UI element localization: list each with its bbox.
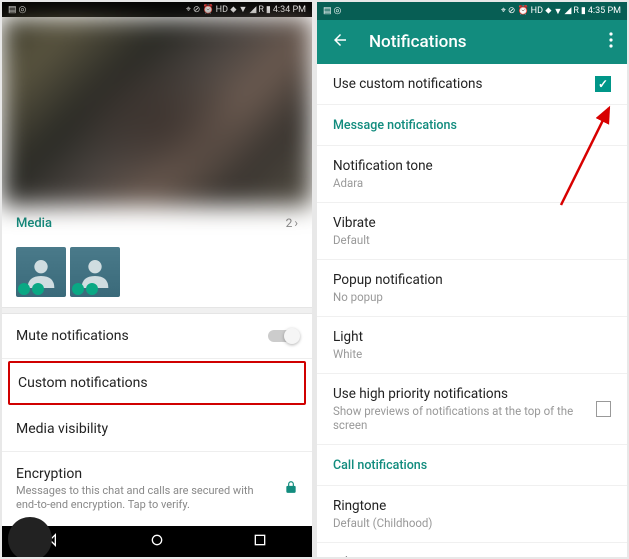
row-sub: Adara — [333, 176, 611, 190]
gallery-icon: ▤ — [8, 5, 17, 15]
row-label: Media visibility — [16, 421, 108, 437]
status-time: 4:34 PM — [273, 5, 306, 15]
roaming-indicator: R — [573, 6, 579, 16]
media-thumb[interactable] — [16, 247, 66, 297]
roaming-indicator: R — [258, 5, 264, 15]
row-label: Light — [333, 329, 611, 345]
battery-icon: ▮ — [581, 6, 586, 16]
dnd-icon: ⊘ — [193, 5, 201, 15]
dnd-icon: ⊘ — [508, 6, 516, 16]
vibrate-row[interactable]: Vibrate Default — [317, 203, 627, 260]
row-sub: Default — [333, 233, 611, 247]
use-custom-row[interactable]: Use custom notifications — [317, 64, 627, 105]
video-icon — [86, 283, 98, 295]
row-sub: Show previews of notifications at the to… — [333, 404, 596, 432]
wifi-icon: ▼ — [554, 6, 563, 17]
row-label: Popup notification — [333, 272, 611, 288]
app-bar: Notifications — [317, 20, 627, 64]
status-time: 4:35 PM — [588, 6, 621, 16]
media-visibility-row[interactable]: Media visibility — [2, 407, 312, 452]
row-label: Notification tone — [333, 158, 611, 174]
appbar-title: Notifications — [369, 32, 589, 52]
bluetooth-icon: ⌖ — [186, 5, 191, 15]
high-priority-row[interactable]: Use high priority notifications Show pre… — [317, 374, 627, 445]
row-sub: White — [333, 347, 611, 361]
signal-icon: ◢ — [564, 6, 571, 16]
status-bar: ▤ ◎ ⌖ ⊘ ⏰ HD ⬥ ▼ ◢ R ▮ 4:34 PM — [2, 2, 312, 17]
nav-home[interactable] — [149, 532, 165, 552]
row-sub: No popup — [333, 290, 611, 304]
row-label: Ringtone — [333, 498, 611, 514]
call-vibrate-row[interactable]: Vibrate Default — [317, 543, 627, 557]
phone-right: ▤ ◎ ⌖ ⊘ ⏰ HD ⬥ ▼ ◢ R ▮ 4:35 PM Notificat… — [317, 2, 627, 557]
lock-icon — [284, 480, 298, 498]
media-section-header[interactable]: Media 2› — [2, 206, 312, 241]
row-sub: Messages to this chat and calls are secu… — [16, 484, 266, 513]
high-priority-checkbox[interactable] — [596, 401, 611, 417]
row-label: Encryption — [16, 466, 266, 482]
video-icon — [32, 283, 44, 295]
gallery-icon: ▤ — [323, 6, 332, 16]
mute-notifications-row[interactable]: Mute notifications — [2, 314, 312, 359]
nav-recent[interactable] — [252, 532, 268, 552]
hd-indicator: HD ⬥ — [216, 5, 237, 15]
ringtone-row[interactable]: Ringtone Default (Childhood) — [317, 486, 627, 543]
media-thumbnails — [2, 241, 312, 307]
call-icon — [18, 283, 30, 295]
phone-left: ▤ ◎ ⌖ ⊘ ⏰ HD ⬥ ▼ ◢ R ▮ 4:34 PM Media 2› … — [2, 2, 312, 557]
contact-photo[interactable] — [2, 17, 312, 205]
nav-bar — [2, 526, 312, 557]
row-label: Vibrate — [333, 215, 611, 231]
media-label: Media — [16, 216, 52, 231]
use-custom-checkbox[interactable] — [595, 76, 611, 92]
notification-tone-row[interactable]: Notification tone Adara — [317, 146, 627, 203]
media-count: 2› — [286, 216, 298, 230]
battery-icon: ▮ — [266, 5, 271, 15]
mute-toggle[interactable] — [268, 330, 298, 342]
section-divider — [2, 307, 312, 314]
chevron-right-icon: › — [294, 216, 298, 230]
nav-assist-circle[interactable] — [8, 517, 52, 557]
row-label: Custom notifications — [18, 375, 148, 391]
watch-icon: ◎ — [334, 6, 342, 16]
overflow-icon[interactable] — [609, 32, 613, 52]
alarm-icon: ⏰ — [517, 6, 528, 16]
row-label: Use high priority notifications — [333, 386, 596, 402]
watch-icon: ◎ — [19, 5, 27, 15]
hd-indicator: HD ⬥ — [531, 6, 552, 16]
row-label: Use custom notifications — [333, 76, 482, 92]
custom-notifications-row[interactable]: Custom notifications — [8, 361, 306, 405]
row-label: Mute notifications — [16, 328, 129, 344]
encryption-row[interactable]: Encryption Messages to this chat and cal… — [2, 452, 312, 527]
row-sub: Default (Childhood) — [333, 516, 611, 530]
wifi-icon: ▼ — [239, 4, 248, 15]
back-icon[interactable] — [331, 31, 349, 53]
signal-icon: ◢ — [249, 5, 256, 15]
media-thumb[interactable] — [70, 247, 120, 297]
call-icon — [72, 283, 84, 295]
status-bar: ▤ ◎ ⌖ ⊘ ⏰ HD ⬥ ▼ ◢ R ▮ 4:35 PM — [317, 2, 627, 20]
light-row[interactable]: Light White — [317, 317, 627, 374]
popup-row[interactable]: Popup notification No popup — [317, 260, 627, 317]
alarm-icon: ⏰ — [202, 5, 213, 15]
call-notifications-header: Call notifications — [317, 445, 627, 486]
bluetooth-icon: ⌖ — [501, 6, 506, 16]
row-label: Vibrate — [333, 555, 611, 557]
message-notifications-header: Message notifications — [317, 105, 627, 146]
